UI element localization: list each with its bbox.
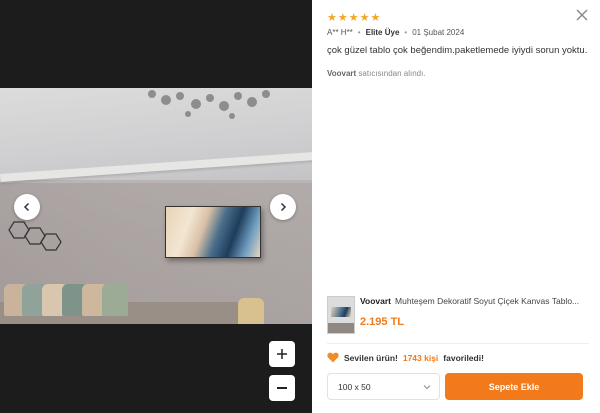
divider [327, 343, 589, 344]
product-title[interactable]: Voovart Muhteşem Dekoratif Soyut Çiçek Ka… [360, 296, 590, 306]
seller-name: Voovart [327, 69, 357, 78]
previous-image-button[interactable] [14, 194, 40, 220]
star-icon: ★ [327, 12, 337, 24]
size-selected-value: 100 x 50 [338, 381, 371, 392]
minus-icon [277, 387, 287, 389]
zoom-in-button[interactable] [269, 341, 295, 367]
seller-info: Voovart satıcısından alındı. [327, 69, 426, 78]
favorite-lead: Sevilen ürün! [344, 352, 398, 363]
favorite-count: 1743 kişi [402, 352, 439, 363]
meta-separator: • [404, 28, 408, 37]
zoom-out-button[interactable] [269, 375, 295, 401]
abstract-canvas-painting [165, 206, 261, 258]
pillow [238, 298, 264, 324]
rating-stars: ★ ★ ★ ★ ★ [327, 13, 380, 24]
product-thumbnail[interactable] [327, 296, 355, 334]
elite-member-badge: Elite Üye [365, 28, 400, 37]
next-image-button[interactable] [270, 194, 296, 220]
hexagon-shelf [8, 221, 62, 251]
favorite-tail: favoriledi! [443, 352, 484, 363]
thumbnail-art [331, 307, 351, 317]
product-card[interactable]: Voovart Muhteşem Dekoratif Soyut Çiçek Ka… [327, 296, 589, 334]
add-to-cart-button[interactable]: Sepete Ekle [445, 373, 583, 400]
seller-suffix: satıcısından alındı. [356, 69, 426, 78]
favorite-info: Sevilen ürün! 1743 kişi favoriledi! [327, 352, 484, 363]
review-detail-panel: ★ ★ ★ ★ ★ A** H** • Elite Üye • 01 Şubat… [312, 0, 600, 413]
review-photo [0, 88, 312, 324]
star-icon: ★ [337, 12, 348, 24]
chevron-down-icon [423, 385, 431, 390]
product-brand: Voovart [360, 296, 392, 306]
close-icon[interactable] [575, 8, 589, 22]
chevron-left-icon [23, 202, 30, 212]
sofa [0, 284, 312, 324]
review-author: A** H** [327, 28, 353, 37]
meta-separator: • [357, 28, 361, 37]
image-gallery [0, 0, 312, 413]
star-icon: ★ [359, 12, 370, 24]
heart-icon [327, 352, 339, 363]
star-icon: ★ [348, 12, 359, 24]
product-name: Muhteşem Dekoratif Soyut Çiçek Kanvas Ta… [395, 296, 580, 306]
review-comment: çok güzel tablo çok beğendim.paketlemede… [327, 45, 588, 56]
product-price: 2.195 TL [360, 316, 405, 328]
thumbnail-floor [328, 323, 354, 333]
pillow [102, 284, 128, 316]
size-select[interactable]: 100 x 50 [327, 373, 440, 400]
chandelier-detail [148, 90, 270, 119]
chevron-right-icon [280, 202, 287, 212]
review-date: 01 Şubat 2024 [412, 28, 465, 37]
star-icon: ★ [370, 12, 381, 24]
review-meta: A** H** • Elite Üye • 01 Şubat 2024 [327, 28, 464, 37]
plus-icon [277, 349, 287, 359]
